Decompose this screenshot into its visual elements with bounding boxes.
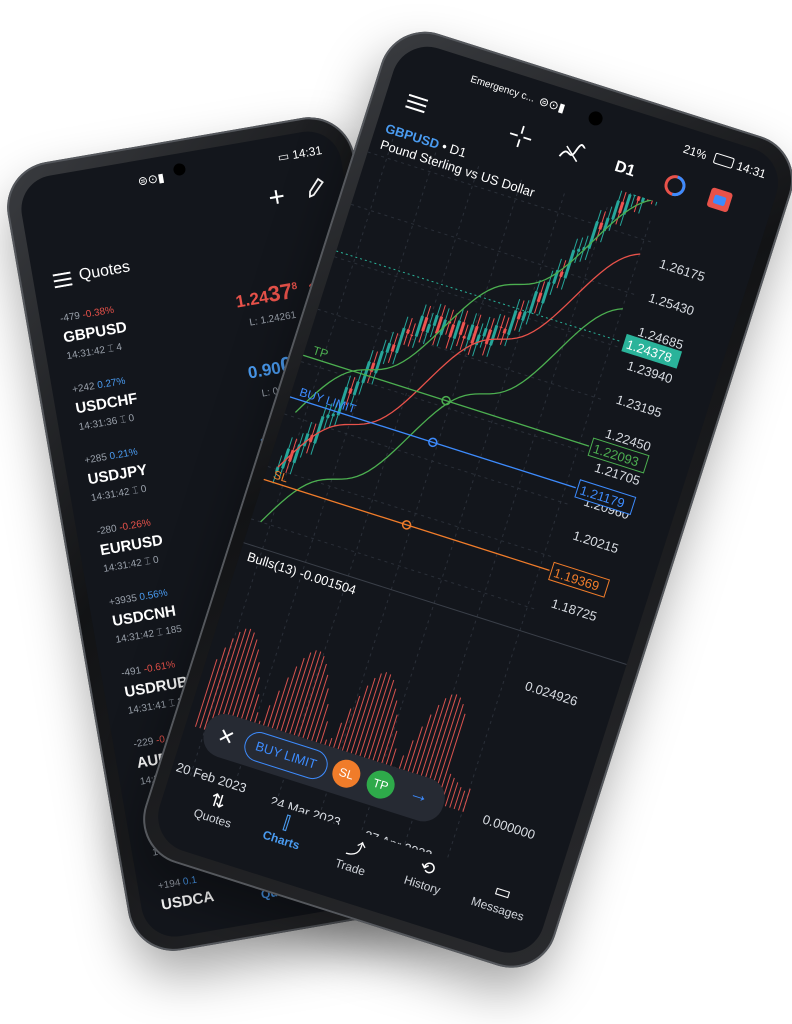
quote-change-pct: -0.26% bbox=[118, 517, 152, 534]
one-click-trade-icon[interactable] bbox=[703, 186, 734, 219]
candle-body bbox=[352, 381, 360, 396]
menu-icon[interactable] bbox=[52, 271, 74, 293]
candle-wick bbox=[647, 170, 658, 201]
status-icons: ⊜⊙▮ bbox=[537, 93, 567, 116]
quote-low: L: 1.24261 bbox=[248, 309, 298, 329]
candle-body bbox=[395, 327, 406, 354]
candle-body bbox=[361, 361, 371, 384]
camera-hole bbox=[586, 109, 605, 128]
quote-time: 14:31:42 ⌶ 0 bbox=[90, 483, 148, 505]
nav-quotes[interactable]: ⇅ Quotes bbox=[182, 782, 250, 834]
arrow-right-icon[interactable]: → bbox=[406, 781, 433, 809]
status-left: Emergency c... bbox=[468, 73, 536, 105]
sl-line bbox=[263, 478, 550, 571]
quote-change-pct: 0.21% bbox=[108, 446, 139, 463]
status-icons: ⊜⊙▮ bbox=[136, 170, 166, 189]
pencil-icon[interactable] bbox=[304, 175, 328, 205]
candle-body bbox=[636, 191, 643, 202]
nav-history[interactable]: ⟲ History bbox=[392, 849, 460, 901]
sl-button[interactable]: SL bbox=[328, 756, 364, 792]
quote-time: 14:31:42 ⌶ 0 bbox=[102, 554, 160, 575]
candle-wick bbox=[638, 168, 654, 214]
price-tick: 1.20215 bbox=[571, 528, 620, 557]
candle-wick bbox=[630, 178, 641, 208]
candle-body bbox=[489, 324, 499, 346]
nav-messages[interactable]: ▭ Messages bbox=[462, 872, 539, 927]
candle-body bbox=[405, 329, 411, 334]
quote-change-pct: -0.38% bbox=[81, 304, 115, 321]
battery-time: ▭ 14:31 bbox=[276, 143, 324, 165]
menu-icon[interactable] bbox=[403, 93, 429, 119]
candle-body bbox=[516, 311, 522, 320]
candle-body bbox=[331, 413, 336, 417]
candle-body bbox=[640, 179, 651, 203]
quote-bid: 1.24378 bbox=[234, 278, 299, 312]
status-time: 14:31 bbox=[734, 158, 768, 182]
battery-icon bbox=[712, 152, 736, 170]
candle-body bbox=[326, 414, 330, 419]
close-icon[interactable]: ✕ bbox=[214, 723, 238, 752]
grid-line bbox=[267, 465, 554, 558]
candle-body bbox=[369, 362, 376, 373]
indicator-icon[interactable] bbox=[554, 137, 588, 174]
battery-pct: 21% bbox=[681, 141, 709, 163]
buy-limit-label: BUY LIMIT bbox=[298, 385, 359, 416]
candle-body bbox=[425, 323, 432, 333]
price-tick: 1.26175 bbox=[658, 256, 707, 285]
tp-button[interactable]: TP bbox=[363, 767, 399, 803]
plus-icon[interactable]: + bbox=[266, 180, 288, 214]
candle-body bbox=[653, 190, 657, 194]
crosshair-icon[interactable] bbox=[503, 120, 537, 157]
candle-body bbox=[281, 448, 291, 469]
candle-body bbox=[462, 335, 466, 339]
price-tick: 1.25430 bbox=[647, 290, 696, 319]
candle-body bbox=[559, 271, 564, 278]
candle-body bbox=[649, 181, 656, 190]
candle-body bbox=[390, 344, 396, 352]
grid-line bbox=[367, 151, 654, 244]
quote-change-pct: -0.61% bbox=[142, 659, 177, 676]
camera-hole bbox=[172, 162, 187, 177]
candle-body bbox=[506, 310, 518, 336]
indicator-tick: 0.000000 bbox=[481, 812, 537, 843]
candle-body bbox=[633, 189, 638, 197]
bulls-bar bbox=[444, 777, 455, 807]
candle-body bbox=[348, 388, 353, 394]
timeframe-button[interactable]: D1 bbox=[612, 158, 638, 181]
quote-change: +194 0.1 bbox=[157, 874, 198, 893]
candle-body bbox=[502, 328, 507, 334]
quote-change-pct: 0.27% bbox=[96, 375, 127, 392]
candle-body bbox=[576, 248, 581, 252]
price-tick: 1.23195 bbox=[614, 392, 663, 421]
candle-body bbox=[482, 327, 488, 337]
candle-body bbox=[563, 249, 576, 279]
indicator-tick: 0.024926 bbox=[523, 678, 579, 709]
quote-time: 14:31:36 ⌶ 0 bbox=[78, 412, 136, 434]
nav-charts[interactable]: ⫿ Charts bbox=[250, 804, 318, 856]
quote-change-pct: 0.1 bbox=[182, 874, 198, 888]
candle-body bbox=[541, 281, 551, 304]
quote-symbol: USDCA bbox=[159, 887, 216, 914]
price-tick: 1.18725 bbox=[549, 596, 598, 625]
candle-body bbox=[385, 342, 392, 354]
objects-icon[interactable] bbox=[660, 172, 689, 204]
nav-trade[interactable]: ⤴ Trade bbox=[319, 827, 388, 883]
candle-body bbox=[536, 292, 543, 303]
quote-change-pct: 0.56% bbox=[138, 587, 169, 604]
bulls-bar bbox=[449, 782, 459, 808]
page-title: Quotes bbox=[77, 258, 132, 284]
quote-time: 14:31:42 ⌶ 4 bbox=[65, 341, 123, 363]
